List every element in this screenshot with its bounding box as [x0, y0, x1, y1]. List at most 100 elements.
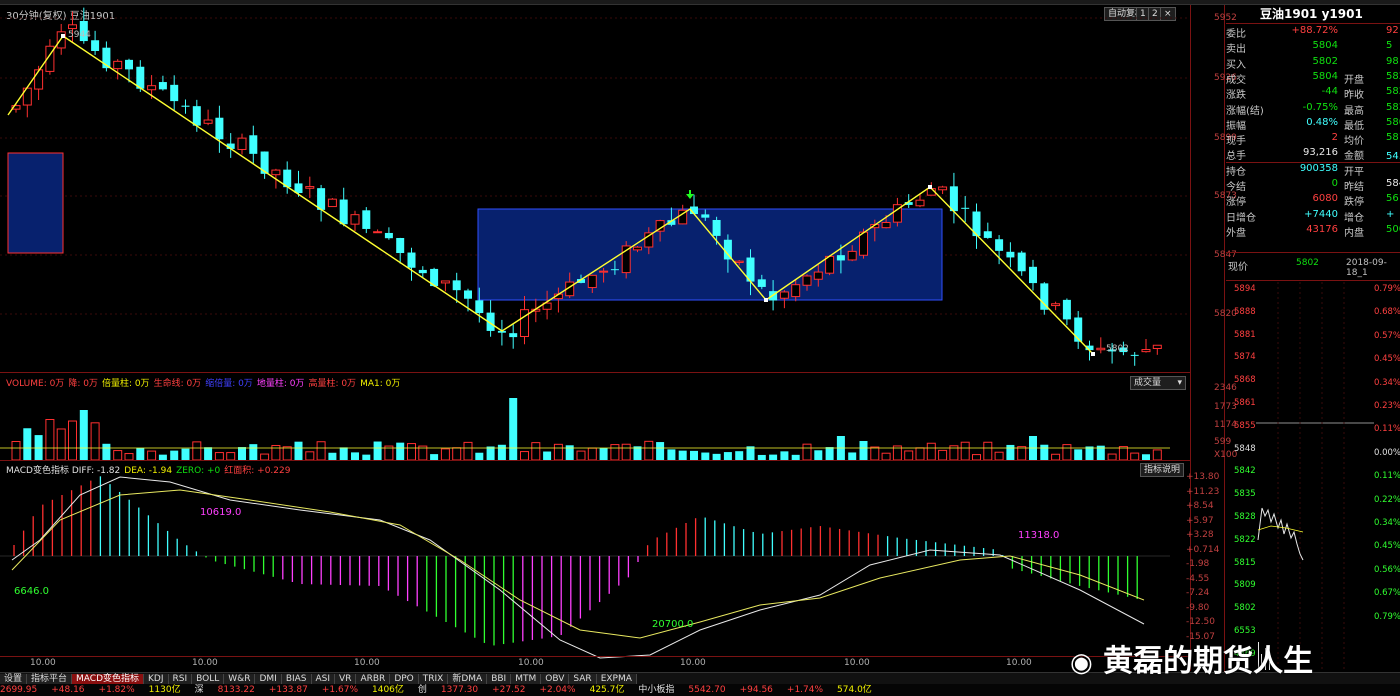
volume-legend: VOLUME: 0万 降: 0万 倍量柱: 0万 生命线: 0万 缩倍量: 0万 地量柱:…: [6, 376, 404, 389]
volume-bar: [214, 452, 224, 461]
quote-row: 涨幅(结) -0.75% 最高 582: [1226, 102, 1400, 117]
quote-row: 现手 2 均价 581: [1226, 132, 1400, 147]
quote-cell: 买入: [1226, 59, 1246, 71]
quote-cell: 582: [1386, 70, 1400, 82]
mini-percent-tick: 0.00%: [1374, 447, 1400, 458]
volume-bar: [701, 452, 710, 460]
macd-tick: +13.80: [1186, 472, 1220, 482]
quote-cell: 昨收: [1344, 90, 1364, 102]
quote-cell: 委比: [1226, 29, 1246, 40]
legend-item: MACD变色指标 DIFF: -1.82: [6, 466, 121, 476]
quote-row: 今结 0 昨结 584: [1226, 178, 1400, 193]
mini-percent-tick: 0.34%: [1374, 377, 1400, 388]
peak-marker: [928, 185, 932, 189]
candle-body: [317, 188, 326, 210]
quote-separator: [1226, 23, 1400, 24]
legend-item: 生命线: 0万: [153, 379, 202, 389]
low-price-label: 5802: [1106, 344, 1129, 354]
volume-bar: [915, 447, 925, 461]
quote-cell: 92: [1386, 25, 1399, 36]
candle-body: [599, 270, 609, 273]
volume-bar: [23, 428, 32, 460]
volume-indicator-dropdown[interactable]: 成交量 ▾: [1130, 376, 1186, 390]
consolidation-box-left: [7, 152, 64, 254]
mini-percent-tick: 0.11%: [1374, 424, 1400, 435]
volume-bar: [1040, 444, 1049, 460]
x-tick: 10.00: [680, 658, 706, 668]
candle-body: [452, 280, 461, 291]
quote-row: 涨停 6080 跌停 561: [1226, 193, 1400, 208]
candle-body: [847, 250, 857, 261]
volume-bar: [373, 441, 382, 460]
candle-body: [260, 151, 269, 174]
macd-tick: +11.23: [1186, 486, 1220, 497]
volume-bar: [452, 447, 462, 461]
intraday-avg-line: [1257, 525, 1304, 533]
quote-cell: -0.75%: [1302, 101, 1338, 113]
quote-cell: 开盘: [1344, 74, 1364, 86]
watermark-label: 黄磊的期货人生: [1103, 644, 1314, 679]
quote-cell: 5804: [1312, 40, 1338, 52]
quote-row: 涨跌 -44 昨收 582: [1226, 86, 1400, 101]
candle-body: [147, 85, 157, 91]
quote-cell: 54.19亿: [1386, 151, 1400, 163]
legend-item: 缩倍量: 0万: [205, 379, 253, 389]
quote-cell: 开平: [1344, 166, 1364, 178]
chart-canvas[interactable]: [0, 0, 1210, 672]
mini-percent-tick: 0.67%: [1374, 588, 1400, 599]
pane-divider: [0, 460, 1190, 461]
volume-bar: [531, 442, 541, 461]
quote-cell: 跌停: [1344, 197, 1364, 209]
volume-bar: [486, 446, 495, 460]
x-tick: 10.00: [844, 658, 870, 668]
indicator-help-button[interactable]: 指标说明: [1140, 463, 1185, 477]
quote-cell: +7440: [1304, 208, 1338, 220]
macd-tick: +0.714: [1186, 544, 1220, 555]
mini-percent-tick: 0.45%: [1374, 354, 1400, 365]
candle-body: [757, 279, 766, 287]
status-value: +1.67%: [321, 685, 358, 695]
candle-body: [1040, 283, 1049, 310]
candle-body: [995, 239, 1004, 251]
status-value: 创: [417, 685, 427, 695]
consolidation-box-middle: [477, 208, 943, 301]
candle-body: [1096, 347, 1106, 351]
volume-bar: [1017, 446, 1027, 461]
volume-bar: [938, 449, 948, 461]
candle-body: [1152, 344, 1162, 350]
volume-bar: [282, 446, 292, 461]
intraday-mini-chart: [1256, 282, 1374, 672]
candle-body: [802, 275, 812, 286]
candle-body: [305, 186, 315, 189]
high-price-label: 5944: [68, 30, 91, 40]
x-tick: 10.00: [1006, 658, 1032, 668]
quote-cell: 580: [1386, 116, 1400, 128]
quote-cell: 日增仓: [1226, 212, 1256, 224]
volume-bar: [735, 451, 744, 460]
mini-percent-tick: 0.79%: [1374, 611, 1400, 622]
quote-cell: 0: [1331, 178, 1338, 189]
volume-bar: [102, 443, 111, 460]
volume-bar: [825, 447, 834, 460]
status-value: 425.7亿: [589, 685, 625, 695]
status-value: 深: [194, 685, 204, 695]
volume-series: [11, 398, 1162, 461]
volume-bar: [147, 450, 157, 461]
volume-bar: [543, 451, 552, 460]
mini-price-tick: 5815: [1234, 557, 1256, 568]
mini-price-tick: 5828: [1234, 512, 1256, 522]
volume-bar: [870, 446, 880, 461]
status-value: +1.74%: [786, 685, 824, 695]
candle-body: [1062, 299, 1071, 320]
mini-price-tick: 5842: [1234, 466, 1256, 477]
quote-cell: +: [1386, 208, 1395, 220]
mini-percent-tick: 0.23%: [1374, 401, 1400, 411]
mini-price-tick: 5868: [1234, 375, 1256, 386]
quote-cell: 5804: [1312, 70, 1338, 82]
macd-tick: -9.80: [1186, 602, 1210, 613]
volume-bar: [881, 452, 891, 461]
volume-bar: [509, 398, 518, 460]
quote-cell: 581: [1386, 132, 1400, 144]
status-value: 5542.70: [688, 685, 726, 695]
candle-body: [1006, 251, 1015, 258]
